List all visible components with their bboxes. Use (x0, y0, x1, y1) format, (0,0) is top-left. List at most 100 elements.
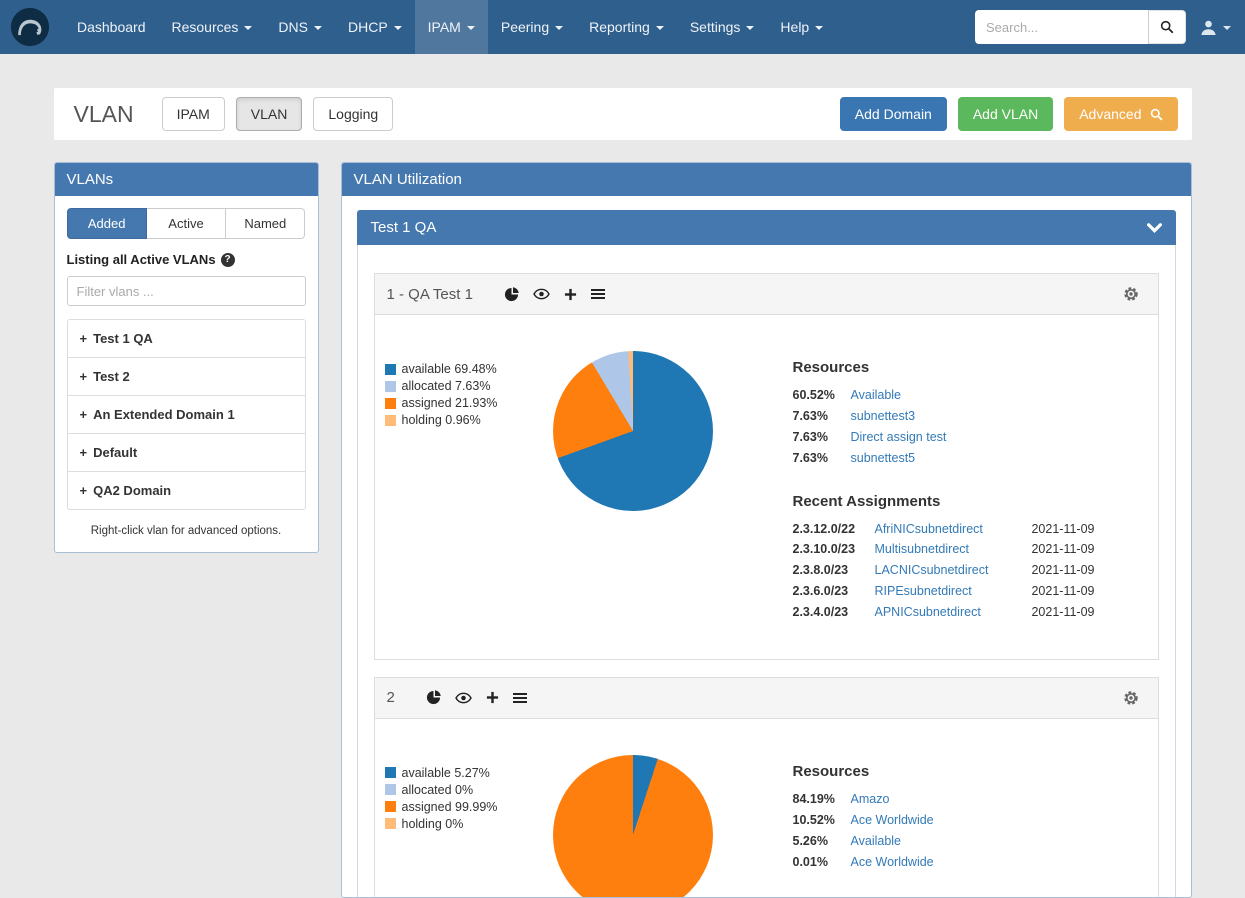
pie-chart-icon[interactable] (426, 690, 441, 705)
assignment-link[interactable]: LACNICsubnetdirect (875, 562, 989, 579)
resources-heading: Resources (793, 763, 1095, 780)
chevron-down-icon (314, 26, 322, 30)
legend-swatch (385, 415, 396, 426)
resource-percent: 5.26% (793, 833, 851, 850)
assignment-link[interactable]: RIPEsubnetdirect (875, 583, 972, 600)
vlan-item-label: Test 2 (93, 369, 130, 384)
assignment-line: 2.3.6.0/23RIPEsubnetdirect2021-11-09 (793, 583, 1095, 600)
resource-link[interactable]: Available (851, 833, 902, 850)
menu-icon[interactable] (513, 692, 527, 704)
resource-link[interactable]: Ace Worldwide (851, 812, 934, 829)
vlan-list-item-default[interactable]: + Default (68, 434, 305, 472)
resource-link[interactable]: Amazo (851, 791, 890, 808)
vlan-utilization-panel: VLAN Utilization Test 1 QA 1 - QA Test 1 (341, 162, 1192, 898)
legend-item: allocated 7.63% (385, 379, 553, 393)
listing-text: Listing all Active VLANs (67, 252, 216, 267)
menu-icon[interactable] (591, 288, 605, 300)
legend-swatch (385, 364, 396, 375)
resource-link[interactable]: Direct assign test (851, 429, 947, 446)
vlan-item-label: Test 1 QA (93, 331, 153, 346)
nav-item-ipam[interactable]: IPAM (415, 0, 488, 54)
legend-label: assigned 21.93% (402, 396, 498, 410)
vlan-list-item-qa2-domain[interactable]: + QA2 Domain (68, 472, 305, 509)
legend-item: available 69.48% (385, 362, 553, 376)
nav-item-dns[interactable]: DNS (265, 0, 335, 54)
resource-line: 5.26%Available (793, 833, 1095, 850)
nav-item-reporting[interactable]: Reporting (576, 0, 677, 54)
search-icon (1150, 108, 1163, 121)
chevron-down-icon (467, 26, 475, 30)
resource-line: 84.19%Amazo (793, 791, 1095, 808)
legend-label: holding 0.96% (402, 413, 481, 427)
add-vlan-button[interactable]: Add VLAN (958, 97, 1053, 131)
nav-item-dashboard[interactable]: Dashboard (64, 0, 159, 54)
assignment-link[interactable]: APNICsubnetdirect (875, 604, 981, 621)
resource-link[interactable]: Ace Worldwide (851, 854, 934, 871)
nav-item-settings[interactable]: Settings (677, 0, 768, 54)
button-label: Add Domain (855, 106, 932, 122)
resource-line: 7.63%Direct assign test (793, 429, 1095, 446)
pie-chart-icon[interactable] (504, 287, 519, 302)
vlan-group-header[interactable]: Test 1 QA (357, 210, 1176, 245)
gear-icon[interactable] (1123, 690, 1139, 706)
search-button[interactable] (1148, 10, 1186, 44)
tab-vlan[interactable]: VLAN (236, 97, 303, 131)
nav-item-peering[interactable]: Peering (488, 0, 576, 54)
gear-icon[interactable] (1123, 286, 1139, 302)
assignment-link[interactable]: AfriNICsubnetdirect (875, 521, 983, 538)
assignment-link[interactable]: Multisubnetdirect (875, 541, 970, 558)
assignment-cidr: 2.3.8.0/23 (793, 562, 875, 579)
user-menu[interactable] (1200, 19, 1231, 36)
add-domain-button[interactable]: Add Domain (840, 97, 947, 131)
resource-percent: 0.01% (793, 854, 851, 871)
resource-link[interactable]: subnettest3 (851, 408, 916, 425)
advanced-button[interactable]: Advanced (1064, 97, 1177, 131)
resource-percent: 7.63% (793, 408, 851, 425)
nav-item-resources[interactable]: Resources (159, 0, 266, 54)
legend-item: assigned 21.93% (385, 396, 553, 410)
nav-label: Peering (501, 19, 549, 35)
legend-label: available 5.27% (402, 766, 490, 780)
resource-link[interactable]: subnettest5 (851, 450, 916, 467)
assignment-line: 2.3.12.0/22AfriNICsubnetdirect 2021-11-09 (793, 521, 1095, 538)
tab-logging[interactable]: Logging (313, 97, 393, 131)
vlan-list-item-test2[interactable]: + Test 2 (68, 358, 305, 396)
collapse-button[interactable] (1147, 223, 1162, 233)
resource-percent: 7.63% (793, 450, 851, 467)
nav-label: DHCP (348, 19, 388, 35)
vlan-list-item-test1qa[interactable]: + Test 1 QA (68, 320, 305, 358)
vlan-footnote: Right-click vlan for advanced options. (67, 525, 306, 537)
plus-icon[interactable] (486, 691, 499, 704)
page-header: VLAN IPAM VLAN Logging Add Domain Add VL… (54, 88, 1192, 140)
assignment-cidr: 2.3.12.0/22 (793, 521, 875, 538)
search-input[interactable] (975, 10, 1148, 44)
utilization-pie-chart (553, 755, 713, 897)
help-icon[interactable]: ? (221, 253, 235, 267)
mammoth-logo-icon (10, 7, 50, 47)
vlan-filter-input[interactable] (67, 276, 306, 306)
utilization-row-title: 1 - QA Test 1 (387, 286, 473, 303)
assignment-date: 2021-11-09 (1031, 521, 1094, 538)
nav-label: Dashboard (77, 19, 146, 35)
toggle-added[interactable]: Added (67, 208, 147, 239)
vlan-filter-toggle-group: Added Active Named (67, 208, 306, 239)
top-navbar: Dashboard Resources DNS DHCP IPAM Peerin… (0, 0, 1245, 54)
expand-icon: + (80, 407, 88, 422)
toggle-named[interactable]: Named (226, 208, 305, 239)
eye-icon[interactable] (455, 692, 472, 704)
vlan-list-item-extended-domain[interactable]: + An Extended Domain 1 (68, 396, 305, 434)
toggle-active[interactable]: Active (147, 208, 226, 239)
resource-line: 0.01%Ace Worldwide (793, 854, 1095, 871)
nav-item-help[interactable]: Help (767, 0, 836, 54)
tab-ipam[interactable]: IPAM (162, 97, 225, 131)
recent-assignments-heading: Recent Assignments (793, 896, 1095, 897)
vlans-panel-header: VLANs (55, 163, 318, 196)
app-logo[interactable] (10, 0, 50, 54)
resource-percent: 7.63% (793, 429, 851, 446)
resource-link[interactable]: Available (851, 387, 902, 404)
nav-item-dhcp[interactable]: DHCP (335, 0, 415, 54)
plus-icon[interactable] (564, 288, 577, 301)
utilization-pie-chart (553, 351, 713, 511)
eye-icon[interactable] (533, 288, 550, 300)
assignment-date: 2021-11-09 (1031, 583, 1094, 600)
